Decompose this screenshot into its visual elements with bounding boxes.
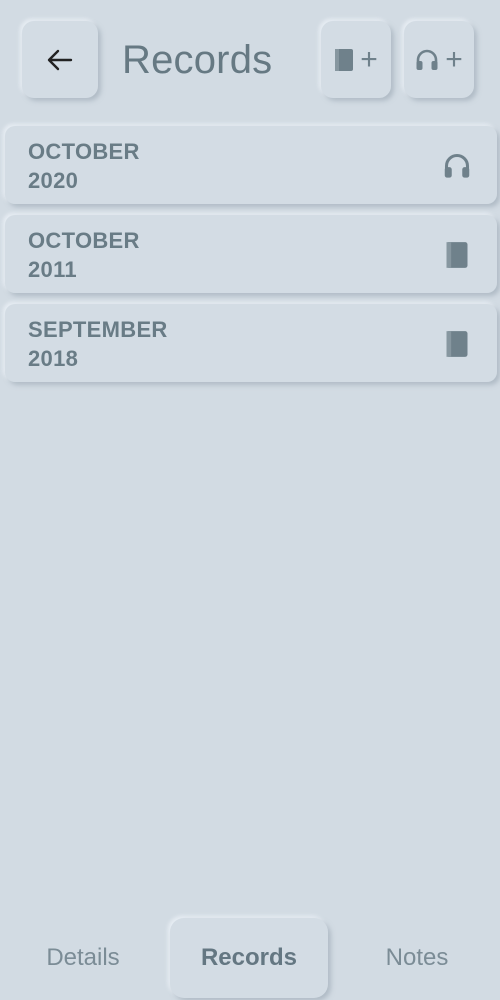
back-button[interactable] <box>22 21 98 98</box>
tab-details[interactable]: Details <box>0 918 166 998</box>
app-header: Records + + <box>0 0 500 115</box>
plus-icon: + <box>445 42 463 76</box>
record-year: 2018 <box>28 346 79 371</box>
bottom-navigation: Details Records Notes <box>0 918 500 1000</box>
record-card[interactable]: SEPTEMBER 2018 <box>5 304 497 382</box>
book-icon <box>334 48 354 72</box>
record-month: SEPTEMBER <box>28 317 168 342</box>
tab-records[interactable]: Records <box>170 918 328 998</box>
add-audio-record-button[interactable]: + <box>404 21 474 98</box>
plus-icon: + <box>360 42 378 76</box>
record-year: 2020 <box>28 168 79 193</box>
tab-notes[interactable]: Notes <box>334 918 500 998</box>
book-icon <box>442 240 472 270</box>
record-card[interactable]: OCTOBER 2020 <box>5 126 497 204</box>
headphones-icon <box>415 48 439 72</box>
headphones-icon <box>442 151 472 181</box>
record-list: OCTOBER 2020 OCTOBER 2011 SEPTEMBER 2018 <box>5 126 497 393</box>
add-book-record-button[interactable]: + <box>321 21 391 98</box>
record-card[interactable]: OCTOBER 2011 <box>5 215 497 293</box>
record-year: 2011 <box>28 257 77 282</box>
book-icon <box>442 329 472 359</box>
record-month: OCTOBER <box>28 228 140 253</box>
arrow-left-icon <box>47 49 73 71</box>
record-month: OCTOBER <box>28 139 140 164</box>
page-title: Records <box>122 38 273 82</box>
